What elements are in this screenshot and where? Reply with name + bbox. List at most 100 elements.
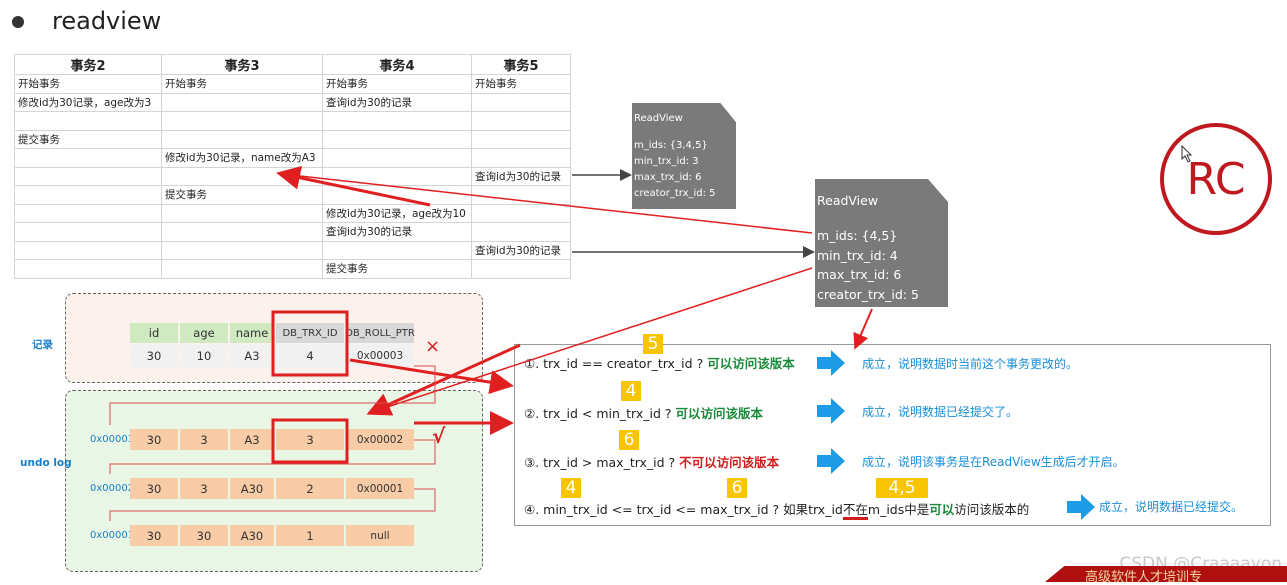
rule-negation: 不在 (842, 502, 868, 520)
undo-log-panel (65, 390, 483, 572)
rule-verdict: 可以 (929, 502, 955, 517)
table-cell (161, 259, 323, 279)
red-arrow (853, 308, 873, 350)
value-tag: 4,5 (876, 478, 928, 498)
table-row: 修改id为30记录，age改为3 查询id为30的记录 (14, 92, 571, 112)
rule-1: ①. trx_id == creator_trx_id ? 可以访问该版本 (524, 353, 795, 372)
transaction-table: 事务2 事务3 事务4 事务5 开始事务 开始事务 开始事务 开始事务 修改id为30记… (14, 54, 571, 279)
table-cell (471, 259, 571, 279)
undo-cell: 30 (130, 478, 178, 499)
value-tag: 5 (643, 334, 663, 354)
table-row: 修改id为30记录，age改为10 (14, 203, 571, 223)
value-tag: 6 (727, 478, 747, 498)
rule-result: 成立，说明该事务是在ReadView生成后才开启。 (862, 455, 1125, 469)
blue-arrow-icon (817, 448, 845, 474)
record-panel (65, 293, 483, 383)
undo-cell: null (346, 525, 414, 546)
table-row: 提交事务 (14, 129, 571, 149)
blue-arrow-icon (1067, 494, 1095, 520)
blue-arrow-icon (817, 398, 845, 424)
table-row: 查询id为30的记录 (14, 240, 571, 260)
record-header-cell: id (130, 323, 178, 343)
undo-cell: 30 (180, 525, 228, 546)
table-cell (161, 203, 323, 223)
readview-line: max_trx_id: 6 (634, 172, 702, 183)
readview-line: creator_trx_id: 5 (817, 286, 919, 302)
table-cell (322, 185, 472, 205)
table-cell (322, 129, 472, 149)
table-cell: 开始事务 (14, 74, 162, 94)
column-header: 事务4 (322, 54, 472, 75)
rc-circle: RC (1160, 123, 1272, 235)
table-cell (14, 185, 162, 205)
readview-box-large: ReadView m_ids: {4,5} min_trx_id: 4 max_… (815, 179, 948, 307)
table-row: 提交事务 (14, 185, 571, 205)
undo-cell: 30 (130, 429, 178, 450)
rule-condition: ③. trx_id > max_trx_id ? (524, 455, 680, 470)
bullet-dot (12, 16, 24, 28)
table-cell: 开始事务 (161, 74, 323, 94)
undo-cell: 2 (276, 478, 344, 499)
table-row: 修改id为30记录，name改为A3 (14, 148, 571, 168)
mouse-cursor-icon (1181, 145, 1193, 163)
undo-cell: 3 (180, 429, 228, 450)
undo-address: 0x00001 (90, 530, 135, 541)
table-cell (471, 92, 571, 112)
undo-log-label: undo log (20, 457, 72, 469)
table-cell (471, 222, 571, 242)
record-value-cell: A3 (230, 345, 274, 367)
rule-condition: 访问该版本的 (954, 502, 1030, 517)
readview-line: creator_trx_id: 5 (634, 188, 716, 199)
table-cell (322, 148, 472, 168)
undo-address: 0x00003 (90, 434, 135, 445)
page-title: readview (52, 7, 162, 35)
table-cell (14, 240, 162, 260)
rule-condition: ④. min_trx_id <= trx_id <= max_trx_id ? … (524, 502, 843, 517)
rule-result: 成立，说明数据时当前这个事务更改的。 (862, 357, 1079, 371)
rule-verdict: 可以访问该版本 (675, 406, 764, 421)
undo-cell: 0x00001 (346, 478, 414, 499)
readview-box-small: ReadView m_ids: {3,4,5} min_trx_id: 3 ma… (632, 103, 736, 209)
table-header-row: 事务2 事务3 事务4 事务5 (14, 54, 571, 75)
table-cell (161, 129, 323, 149)
undo-cell: 0x00002 (346, 429, 414, 450)
table-cell: 修改id为30记录，age改为3 (14, 92, 162, 112)
table-cell (322, 240, 472, 260)
readview-title: ReadView (634, 113, 683, 124)
record-header-cell: DB_TRX_ID (276, 323, 344, 343)
table-cell (14, 203, 162, 223)
table-cell: 提交事务 (161, 185, 323, 205)
table-cell (471, 203, 571, 223)
table-cell: 开始事务 (471, 74, 571, 94)
table-cell (161, 166, 323, 186)
table-cell (14, 259, 162, 279)
table-row (14, 111, 571, 131)
readview-line: m_ids: {3,4,5} (634, 140, 708, 151)
table-row: 提交事务 (14, 259, 571, 279)
undo-cell: 3 (276, 429, 344, 450)
table-cell: 查询id为30的记录 (322, 222, 472, 242)
table-row: 开始事务 开始事务 开始事务 开始事务 (14, 74, 571, 94)
table-cell: 修改id为30记录，name改为A3 (161, 148, 323, 168)
readview-line: max_trx_id: 6 (817, 267, 902, 282)
table-cell (14, 222, 162, 242)
table-cell (161, 222, 323, 242)
blue-arrow-icon (817, 350, 845, 376)
undo-cell: 30 (130, 525, 178, 546)
value-tag: 4 (621, 381, 641, 401)
readview-line: min_trx_id: 3 (634, 156, 699, 167)
table-cell (14, 148, 162, 168)
rule-2: ②. trx_id < min_trx_id ? 可以访问该版本 (524, 403, 763, 422)
table-cell (14, 111, 162, 131)
table-cell (471, 148, 571, 168)
undo-cell: A3 (230, 429, 274, 450)
rule-condition: ②. trx_id < min_trx_id ? (524, 406, 676, 421)
footer-strip-text: 高级软件人才培训专 (1085, 570, 1203, 585)
table-cell: 开始事务 (322, 74, 472, 94)
undo-cell: A30 (230, 525, 274, 546)
cross-mark-icon: × (425, 336, 441, 357)
record-value-cell: 4 (276, 345, 344, 367)
table-row: 查询id为30的记录 (14, 222, 571, 242)
rule-result: 成立，说明数据已经提交。 (1099, 500, 1244, 514)
record-value-cell: 10 (180, 345, 228, 367)
